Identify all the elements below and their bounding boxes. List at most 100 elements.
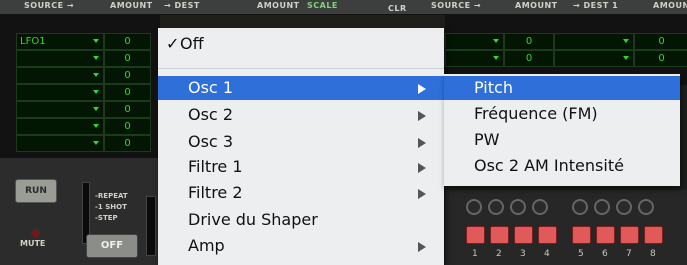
- pad-number: 4: [544, 249, 550, 259]
- submenu-arrow-icon: [418, 111, 426, 121]
- menu-item-osc-3[interactable]: Osc 3: [158, 130, 444, 154]
- submenu-arrow-icon: [418, 163, 426, 173]
- mod-row[interactable]: 0: [0, 83, 160, 101]
- menu-item-label: Osc 1: [188, 78, 233, 97]
- submenu-arrow-icon: [418, 138, 426, 148]
- run-button[interactable]: RUN: [15, 179, 57, 203]
- step-knob[interactable]: [594, 199, 610, 215]
- step-pad[interactable]: [466, 226, 485, 244]
- clr-button[interactable]: CLR: [388, 4, 407, 13]
- submenu-item-pw[interactable]: PW: [444, 128, 680, 152]
- step-knob[interactable]: [638, 199, 654, 215]
- source-selector[interactable]: [16, 101, 104, 118]
- step-pad[interactable]: [538, 226, 557, 244]
- menu-item-label: Drive du Shaper: [188, 210, 318, 229]
- step-pad[interactable]: [620, 226, 639, 244]
- menu-item-amp[interactable]: Amp: [158, 234, 444, 258]
- submenu-item-frequence-fm[interactable]: Fréquence (FM): [444, 102, 680, 126]
- dest-header: → DEST: [164, 1, 200, 10]
- mod-row[interactable]: 0: [0, 117, 160, 135]
- step-pad[interactable]: [514, 226, 533, 244]
- off-button[interactable]: OFF: [86, 234, 138, 258]
- amount-value[interactable]: 0: [634, 33, 687, 50]
- menu-item-label: PW: [474, 130, 500, 149]
- mod-row[interactable]: 0: [0, 100, 160, 118]
- amount-value[interactable]: 0: [104, 33, 151, 50]
- dest-selector[interactable]: [554, 50, 634, 67]
- menu-item-label: Fréquence (FM): [474, 104, 598, 123]
- mod-row[interactable]: 0: [0, 66, 160, 84]
- source-header: SOURCE →: [24, 1, 75, 10]
- source-selector[interactable]: [16, 118, 104, 135]
- amount3-header: AMOUNT: [515, 1, 558, 10]
- amount-value[interactable]: 0: [104, 135, 151, 152]
- source-selector[interactable]: [445, 50, 504, 67]
- pad-number: 7: [626, 249, 632, 259]
- step-pad[interactable]: [644, 226, 663, 244]
- step-knob[interactable]: [510, 199, 526, 215]
- menu-item-label: Osc 3: [188, 132, 233, 151]
- source-selector[interactable]: LFO1: [16, 33, 104, 50]
- chevron-down-icon: [93, 141, 99, 145]
- amount-header: AMOUNT: [110, 1, 153, 10]
- step-pad[interactable]: [490, 226, 509, 244]
- step-knob[interactable]: [488, 199, 504, 215]
- menu-item-filtre-2[interactable]: Filtre 2: [158, 181, 444, 205]
- source-selector[interactable]: [16, 135, 104, 152]
- source-selector[interactable]: [16, 84, 104, 101]
- step-pad[interactable]: [596, 226, 615, 244]
- chevron-down-icon: [93, 39, 99, 43]
- step-label: -STEP: [95, 214, 118, 222]
- menu-item-osc-2[interactable]: Osc 2: [158, 103, 444, 127]
- menu-item-osc-1[interactable]: Osc 1: [158, 76, 444, 100]
- amount-value[interactable]: 0: [634, 50, 687, 67]
- mod-row[interactable]: LFO1 0: [0, 32, 160, 50]
- source-selector[interactable]: [16, 50, 104, 67]
- step-knob[interactable]: [466, 199, 482, 215]
- menu-divider: [158, 68, 444, 69]
- checkmark-icon: ✓: [166, 34, 180, 53]
- chevron-down-icon: [493, 39, 499, 43]
- amount-value[interactable]: 0: [104, 50, 151, 67]
- repeat-label: -REPEAT: [95, 192, 128, 200]
- amount-value[interactable]: 0: [504, 50, 554, 67]
- submenu-arrow-icon: [418, 84, 426, 94]
- amount-value[interactable]: 0: [104, 118, 151, 135]
- menu-item-label: Off: [180, 34, 204, 53]
- menu-item-off[interactable]: ✓ Off: [158, 32, 444, 56]
- amount-value[interactable]: 0: [104, 84, 151, 101]
- amount-value[interactable]: 0: [104, 101, 151, 118]
- source2-header: SOURCE →: [431, 1, 482, 10]
- mute-led: [31, 229, 40, 238]
- mod-row[interactable]: 0: [0, 134, 160, 152]
- amount2-header: AMOUNT: [257, 1, 300, 10]
- amount4-header: AMOUN: [653, 1, 687, 10]
- step-knob[interactable]: [572, 199, 588, 215]
- mod-row[interactable]: 0: [0, 49, 160, 67]
- osc1-submenu: Pitch Fréquence (FM) PW Osc 2 AM Intensi…: [444, 74, 680, 186]
- chevron-down-icon: [93, 56, 99, 60]
- chevron-down-icon: [623, 56, 629, 60]
- step-knob[interactable]: [616, 199, 632, 215]
- step-knob[interactable]: [532, 199, 548, 215]
- menu-item-filtre-1[interactable]: Filtre 1: [158, 155, 444, 179]
- step-pad[interactable]: [572, 226, 591, 244]
- pad-number: 6: [602, 249, 608, 259]
- source-selector[interactable]: [16, 67, 104, 84]
- chevron-down-icon: [93, 90, 99, 94]
- level-slider-track[interactable]: [146, 196, 156, 256]
- chevron-down-icon: [493, 56, 499, 60]
- source-selector[interactable]: [445, 33, 504, 50]
- amount-value[interactable]: 0: [104, 67, 151, 84]
- pad-number: 8: [650, 249, 656, 259]
- amount-value[interactable]: 0: [504, 33, 554, 50]
- submenu-item-osc2-am-intensite[interactable]: Osc 2 AM Intensité: [444, 154, 680, 178]
- mod-matrix-left: LFO1 0 0 0 0 0 0 0: [0, 15, 160, 158]
- dest-selector[interactable]: [554, 33, 634, 50]
- chevron-down-icon: [623, 39, 629, 43]
- pad-number: 5: [578, 249, 584, 259]
- source-value: LFO1: [20, 36, 46, 47]
- mod-matrix-header: SOURCE → AMOUNT → DEST AMOUNT SCALE CLR …: [0, 0, 687, 15]
- submenu-item-pitch[interactable]: Pitch: [444, 76, 680, 100]
- menu-item-drive-du-shaper[interactable]: Drive du Shaper: [158, 208, 444, 232]
